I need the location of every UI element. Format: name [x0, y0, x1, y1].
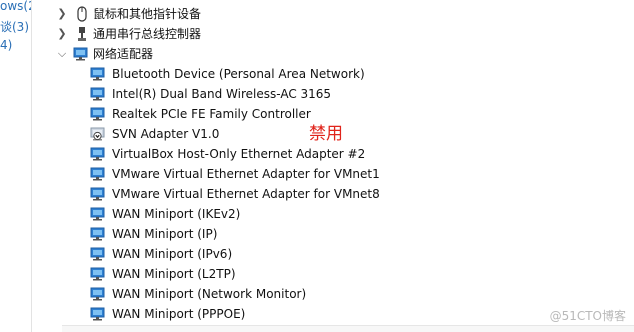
adapter-item[interactable]: WAN Miniport (IP) [90, 224, 510, 244]
network-adapter-icon [90, 207, 106, 221]
network-adapter-icon [90, 307, 106, 321]
left-panel: ows(2 谈(3) 4) [0, 0, 32, 332]
adapter-item[interactable]: Bluetooth Device (Personal Area Network) [90, 64, 510, 84]
adapter-label: WAN Miniport (PPPOE) [112, 307, 246, 321]
disabled-adapter-icon [90, 127, 106, 141]
chevron-right-icon[interactable]: ❯ [55, 4, 69, 24]
network-adapter-icon [90, 87, 106, 101]
tree-category-label: 网络适配器 [93, 47, 154, 61]
adapter-label: SVN Adapter V1.0 [112, 127, 220, 141]
network-adapter-icon [90, 147, 106, 161]
tree-category-mouse[interactable]: ❯ 鼠标和其他指针设备 [55, 4, 455, 24]
network-adapter-icon [90, 187, 106, 201]
network-adapter-icon [73, 47, 89, 61]
adapter-item[interactable]: WAN Miniport (IPv6) [90, 244, 510, 264]
adapter-item[interactable]: Intel(R) Dual Band Wireless-AC 3165 [90, 84, 510, 104]
adapter-label: Realtek PCIe FE Family Controller [112, 107, 311, 121]
adapter-item[interactable]: VMware Virtual Ethernet Adapter for VMne… [90, 184, 510, 204]
network-adapter-icon [90, 227, 106, 241]
adapter-label: WAN Miniport (IKEv2) [112, 207, 241, 221]
tree-category-network[interactable]: ⌵ 网络适配器 [55, 44, 455, 64]
chevron-right-icon[interactable]: ❯ [55, 24, 69, 44]
adapter-item[interactable]: WAN Miniport (L2TP) [90, 264, 510, 284]
adapter-item[interactable]: VirtualBox Host-Only Ethernet Adapter #2 [90, 144, 510, 164]
watermark: @51CTO博客 [549, 309, 626, 323]
network-adapter-icon [90, 107, 106, 121]
horizontal-scrollbar[interactable] [62, 325, 634, 332]
adapter-label: WAN Miniport (L2TP) [112, 267, 236, 281]
adapter-item[interactable]: WAN Miniport (Network Monitor) [90, 284, 510, 304]
tree-category-usb[interactable]: ❯ 通用串行总线控制器 [55, 24, 455, 44]
mouse-icon [75, 6, 89, 22]
network-adapter-icon [90, 167, 106, 181]
left-panel-fragment[interactable]: 谈(3) [0, 18, 29, 35]
adapter-label: WAN Miniport (Network Monitor) [112, 287, 307, 301]
adapter-item[interactable]: WAN Miniport (PPPOE) [90, 304, 510, 324]
adapter-label: VMware Virtual Ethernet Adapter for VMne… [112, 187, 380, 201]
adapter-label: Bluetooth Device (Personal Area Network) [112, 67, 365, 81]
device-tree: ❯ 鼠标和其他指针设备 ❯ 通用串行总线控制器 ⌵ 网络适配器 Bluetoot… [31, 0, 634, 332]
adapter-item-disabled[interactable]: SVN Adapter V1.0 [90, 124, 510, 144]
tree-category-label: 通用串行总线控制器 [93, 27, 202, 41]
network-adapter-icon [90, 267, 106, 281]
adapter-label: Intel(R) Dual Band Wireless-AC 3165 [112, 87, 332, 101]
left-panel-fragment[interactable]: 4) [0, 38, 12, 52]
chevron-down-icon[interactable]: ⌵ [55, 44, 69, 64]
disabled-annotation: 禁用 [309, 124, 343, 144]
network-adapter-icon [90, 67, 106, 81]
adapter-item[interactable]: WAN Miniport (IKEv2) [90, 204, 510, 224]
adapter-label: WAN Miniport (IPv6) [112, 247, 233, 261]
network-adapter-icon [90, 287, 106, 301]
adapter-item[interactable]: VMware Virtual Ethernet Adapter for VMne… [90, 164, 510, 184]
adapter-item[interactable]: Realtek PCIe FE Family Controller [90, 104, 510, 124]
adapter-label: VMware Virtual Ethernet Adapter for VMne… [112, 167, 380, 181]
left-panel-fragment[interactable]: ows(2 [0, 0, 31, 13]
network-adapter-icon [90, 247, 106, 261]
adapter-label: WAN Miniport (IP) [112, 227, 218, 241]
adapter-label: VirtualBox Host-Only Ethernet Adapter #2 [112, 147, 366, 161]
tree-category-label: 鼠标和其他指针设备 [93, 7, 202, 21]
usb-icon [75, 26, 89, 42]
